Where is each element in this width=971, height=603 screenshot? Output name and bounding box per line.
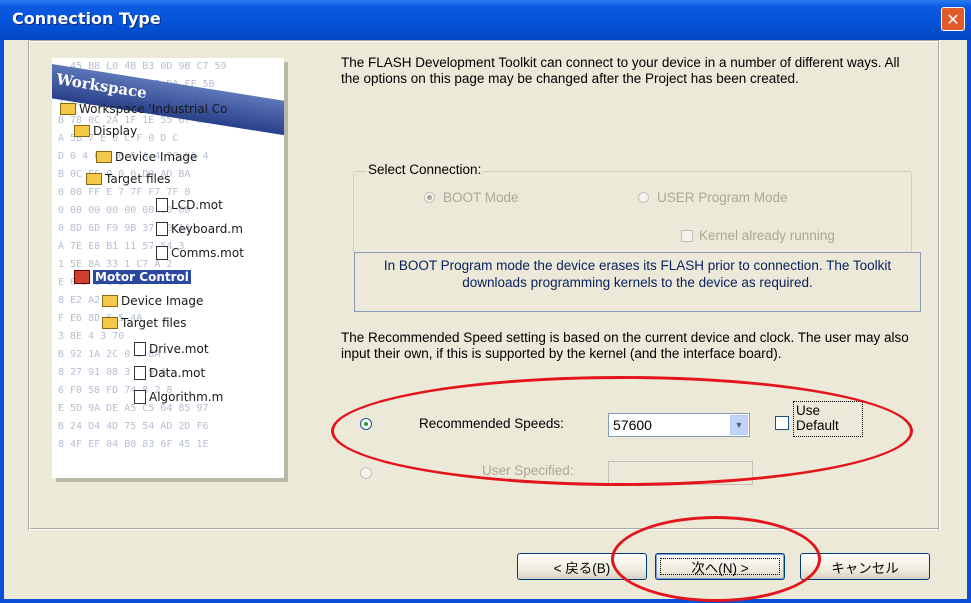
connection-type-dialog: Connection Type ✕ 45 B8 L0 4B B3 0D 9B C… — [0, 0, 971, 603]
tree-node-target-files: Target files — [86, 172, 170, 186]
tree-node-lcd-mot: LCD.mot — [156, 198, 223, 212]
recommended-speeds-label: Recommended Speeds: — [419, 416, 564, 431]
tree-node-algorithm-mot: Algorithm.m — [134, 390, 223, 404]
workspace-tree: Workspace 'Industrial Co Display Device … — [52, 58, 284, 478]
tree-node-device-image: Device Image — [96, 150, 197, 164]
cancel-button[interactable]: キャンセル — [800, 553, 930, 580]
use-default-label[interactable]: Use Default — [796, 403, 839, 433]
file-icon — [134, 342, 146, 356]
close-button[interactable]: ✕ — [941, 7, 965, 31]
project-icon — [74, 270, 90, 284]
radio-selected-icon — [424, 192, 435, 203]
select-connection-legend: Select Connection: — [366, 162, 484, 177]
file-icon — [156, 246, 168, 260]
folder-icon — [86, 173, 102, 185]
workspace-illustration: 45 B8 L0 4B B3 0D 9B C7 59 2F 4D 3D 2B C… — [52, 58, 284, 478]
folder-icon — [102, 317, 118, 329]
checkbox-icon — [681, 229, 693, 242]
left-etched-line — [28, 40, 30, 530]
user-program-mode-label: USER Program Mode — [657, 190, 788, 205]
user-specified-label: User Specified: — [482, 463, 574, 478]
next-focus-rect — [660, 558, 780, 575]
file-icon — [134, 366, 146, 380]
tree-node-display: Display — [74, 124, 137, 138]
kernel-running-checkbox[interactable]: Kernel already running — [681, 228, 835, 243]
file-icon — [134, 390, 146, 404]
user-specified-radio[interactable] — [360, 467, 372, 479]
recommended-speeds-dropdown[interactable]: 57600 ▼ — [608, 413, 750, 437]
boot-mode-label: BOOT Mode — [443, 190, 519, 205]
user-specified-input[interactable] — [608, 461, 753, 485]
file-icon — [156, 198, 168, 212]
use-default-checkbox[interactable] — [775, 416, 789, 430]
top-etched-line — [28, 40, 939, 42]
boot-mode-radio[interactable]: BOOT Mode — [424, 190, 519, 205]
close-icon: ✕ — [946, 9, 960, 29]
intro-text: The FLASH Development Toolkit can connec… — [341, 55, 900, 86]
tree-node-motor-control: Motor Control — [74, 270, 191, 284]
file-icon — [156, 222, 168, 236]
display-icon — [74, 125, 90, 137]
folder-icon — [102, 295, 118, 307]
chevron-down-icon[interactable]: ▼ — [730, 415, 748, 435]
bottom-etched-line — [28, 528, 939, 530]
window-title: Connection Type — [12, 9, 161, 28]
boot-mode-info-box: In BOOT Program mode the device erases i… — [354, 252, 921, 312]
tree-node-device-image-2: Device Image — [102, 294, 203, 308]
tree-node-drive-mot: Drive.mot — [134, 342, 209, 356]
radio-unselected-icon — [638, 192, 649, 203]
user-program-mode-radio[interactable]: USER Program Mode — [638, 190, 788, 205]
tree-node-target-files-2: Target files — [102, 316, 186, 330]
next-button[interactable]: 次へ(N) > — [655, 553, 785, 580]
kernel-running-label: Kernel already running — [699, 228, 835, 243]
tree-node-comms-mot: Comms.mot — [156, 246, 244, 260]
right-etched-line — [938, 40, 940, 530]
tree-node-workspace: Workspace 'Industrial Co — [60, 102, 228, 116]
recommended-speeds-value: 57600 — [613, 417, 652, 433]
back-button[interactable]: < 戻る(B) — [517, 553, 647, 580]
tree-node-data-mot: Data.mot — [134, 366, 205, 380]
tree-node-keyboard-mot: Keyboard.m — [156, 222, 243, 236]
workspace-icon — [60, 103, 76, 115]
title-bar[interactable]: Connection Type ✕ — [0, 0, 971, 40]
recommended-speeds-radio[interactable] — [360, 418, 372, 430]
folder-icon — [96, 151, 112, 163]
speed-description: The Recommended Speed setting is based o… — [341, 330, 909, 361]
